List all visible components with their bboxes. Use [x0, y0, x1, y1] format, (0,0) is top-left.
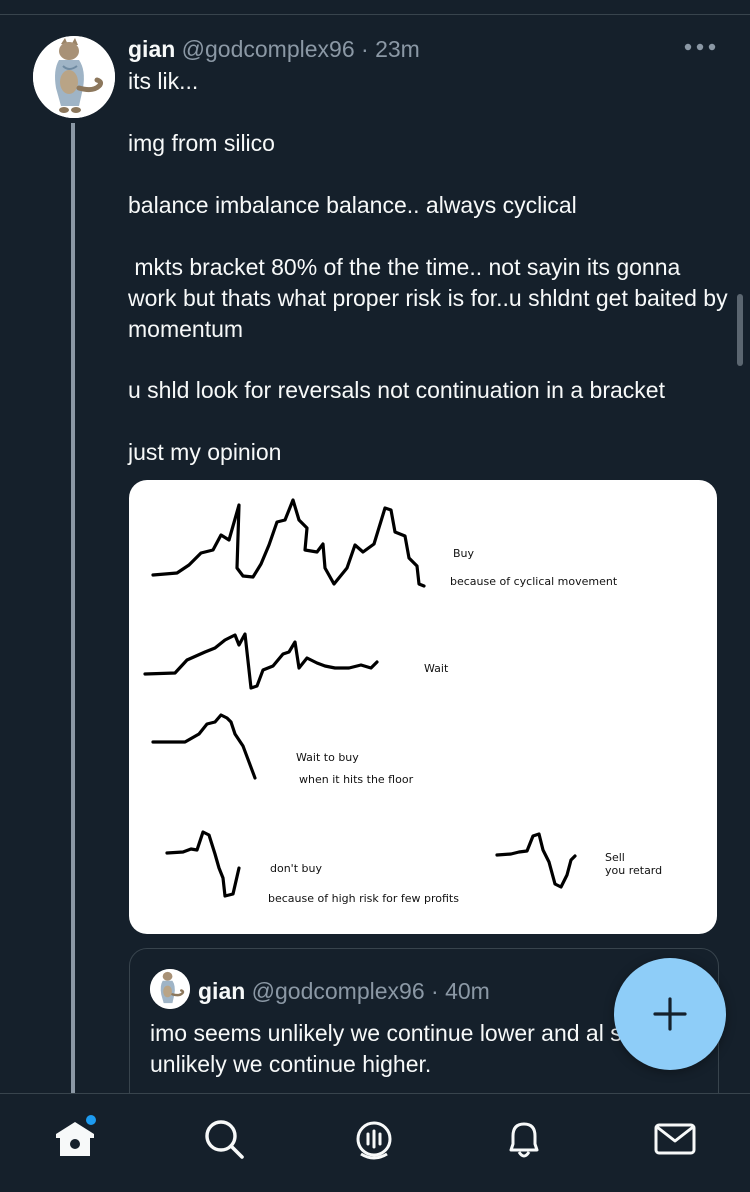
choppy-price-scribble	[143, 632, 379, 690]
search-icon	[205, 1120, 244, 1159]
home-icon	[56, 1115, 96, 1156]
bottom-navigation-bar	[0, 1093, 750, 1192]
more-options-icon[interactable]	[683, 36, 717, 58]
tweet-paragraph: u shld look for reversals not continuati…	[128, 377, 665, 403]
tweet-header: gian @godcomplex96 · 23m	[128, 34, 420, 64]
thread-connector-line	[71, 123, 75, 1093]
label-wait-to-buy-reason: when it hits the floor	[299, 773, 414, 786]
tweet-timestamp[interactable]: 23m	[375, 36, 420, 62]
plus-icon	[653, 997, 687, 1031]
header-separator: ·	[361, 36, 369, 62]
bell-icon	[509, 1122, 539, 1158]
tweet-paragraph: balance imbalance balance.. always cycli…	[128, 192, 577, 218]
hand-drawn-sketch: Buy because of cyclical movement Wait Wa…	[143, 498, 662, 905]
nav-search-tab[interactable]	[199, 1114, 249, 1164]
label-dont-buy-reason: because of high risk for few profits	[268, 892, 459, 905]
sell-spike-price-scribble	[495, 832, 577, 889]
label-sell: Sell	[605, 851, 625, 864]
quoted-tweet-timestamp: 40m	[445, 978, 490, 1004]
quoted-header-separator: ·	[431, 978, 439, 1004]
label-buy-reason: because of cyclical movement	[450, 575, 618, 588]
author-handle[interactable]: @godcomplex96	[182, 36, 355, 62]
tweet-paragraph: just my opinion	[128, 439, 282, 465]
label-sell-reason: you retard	[605, 864, 662, 877]
spaces-icon	[356, 1121, 392, 1160]
quoted-tweet-header: gian @godcomplex96 · 40m	[198, 976, 490, 1006]
quoted-author-handle: @godcomplex96	[251, 978, 425, 1004]
falling-price-scribble	[151, 713, 257, 780]
nav-notifications-tab[interactable]	[499, 1114, 549, 1164]
label-dont-buy: don't buy	[270, 862, 322, 875]
envelope-icon	[654, 1123, 696, 1155]
quoted-author-name: gian	[198, 978, 246, 1004]
scrollbar-thumb[interactable]	[737, 294, 743, 366]
cat-avatar-illustration	[150, 969, 190, 1009]
author-name[interactable]: gian	[128, 36, 175, 62]
tweet-media-image[interactable]: Buy because of cyclical movement Wait Wa…	[129, 480, 717, 934]
cat-avatar-illustration	[33, 36, 115, 118]
tweet-paragraph: mkts bracket 80% of the the time.. not s…	[128, 254, 734, 342]
nav-spaces-tab[interactable]	[349, 1114, 399, 1164]
nav-messages-tab[interactable]	[650, 1114, 700, 1164]
label-wait-to-buy: Wait to buy	[296, 751, 359, 764]
author-avatar[interactable]	[33, 36, 115, 118]
compose-tweet-button[interactable]	[614, 958, 726, 1070]
cyclical-price-scribble	[151, 498, 426, 588]
label-wait: Wait	[424, 662, 449, 675]
tweet-paragraph: img from silico	[128, 130, 275, 156]
tweet-paragraph: its lik...	[128, 68, 199, 94]
nav-home-tab[interactable]	[50, 1114, 100, 1164]
app-screen: gian @godcomplex96 · 23m its lik... img …	[0, 0, 750, 1192]
top-divider	[0, 14, 750, 15]
quoted-author-avatar	[150, 969, 190, 1009]
spike-down-price-scribble	[165, 830, 241, 898]
unread-dot	[86, 1115, 96, 1125]
label-buy: Buy	[453, 547, 475, 560]
